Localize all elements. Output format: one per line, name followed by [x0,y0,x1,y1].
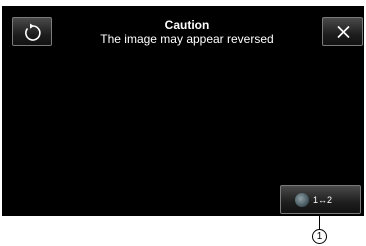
camera-switch-label: 1↔2 [313,195,333,205]
dialog-title: Caution [164,18,210,32]
callout-line [319,216,320,230]
callout-marker: 1 [312,229,327,244]
close-icon [337,25,350,39]
camera-view-screen: Caution The image may appear reversed 1↔… [2,6,364,216]
camera-switch-button[interactable]: 1↔2 [280,185,361,214]
return-arrow-icon [25,23,41,41]
camera-icon [295,193,309,207]
close-button[interactable] [322,17,363,46]
back-button[interactable] [12,17,52,46]
dialog-message: The image may appear reversed [100,32,274,46]
